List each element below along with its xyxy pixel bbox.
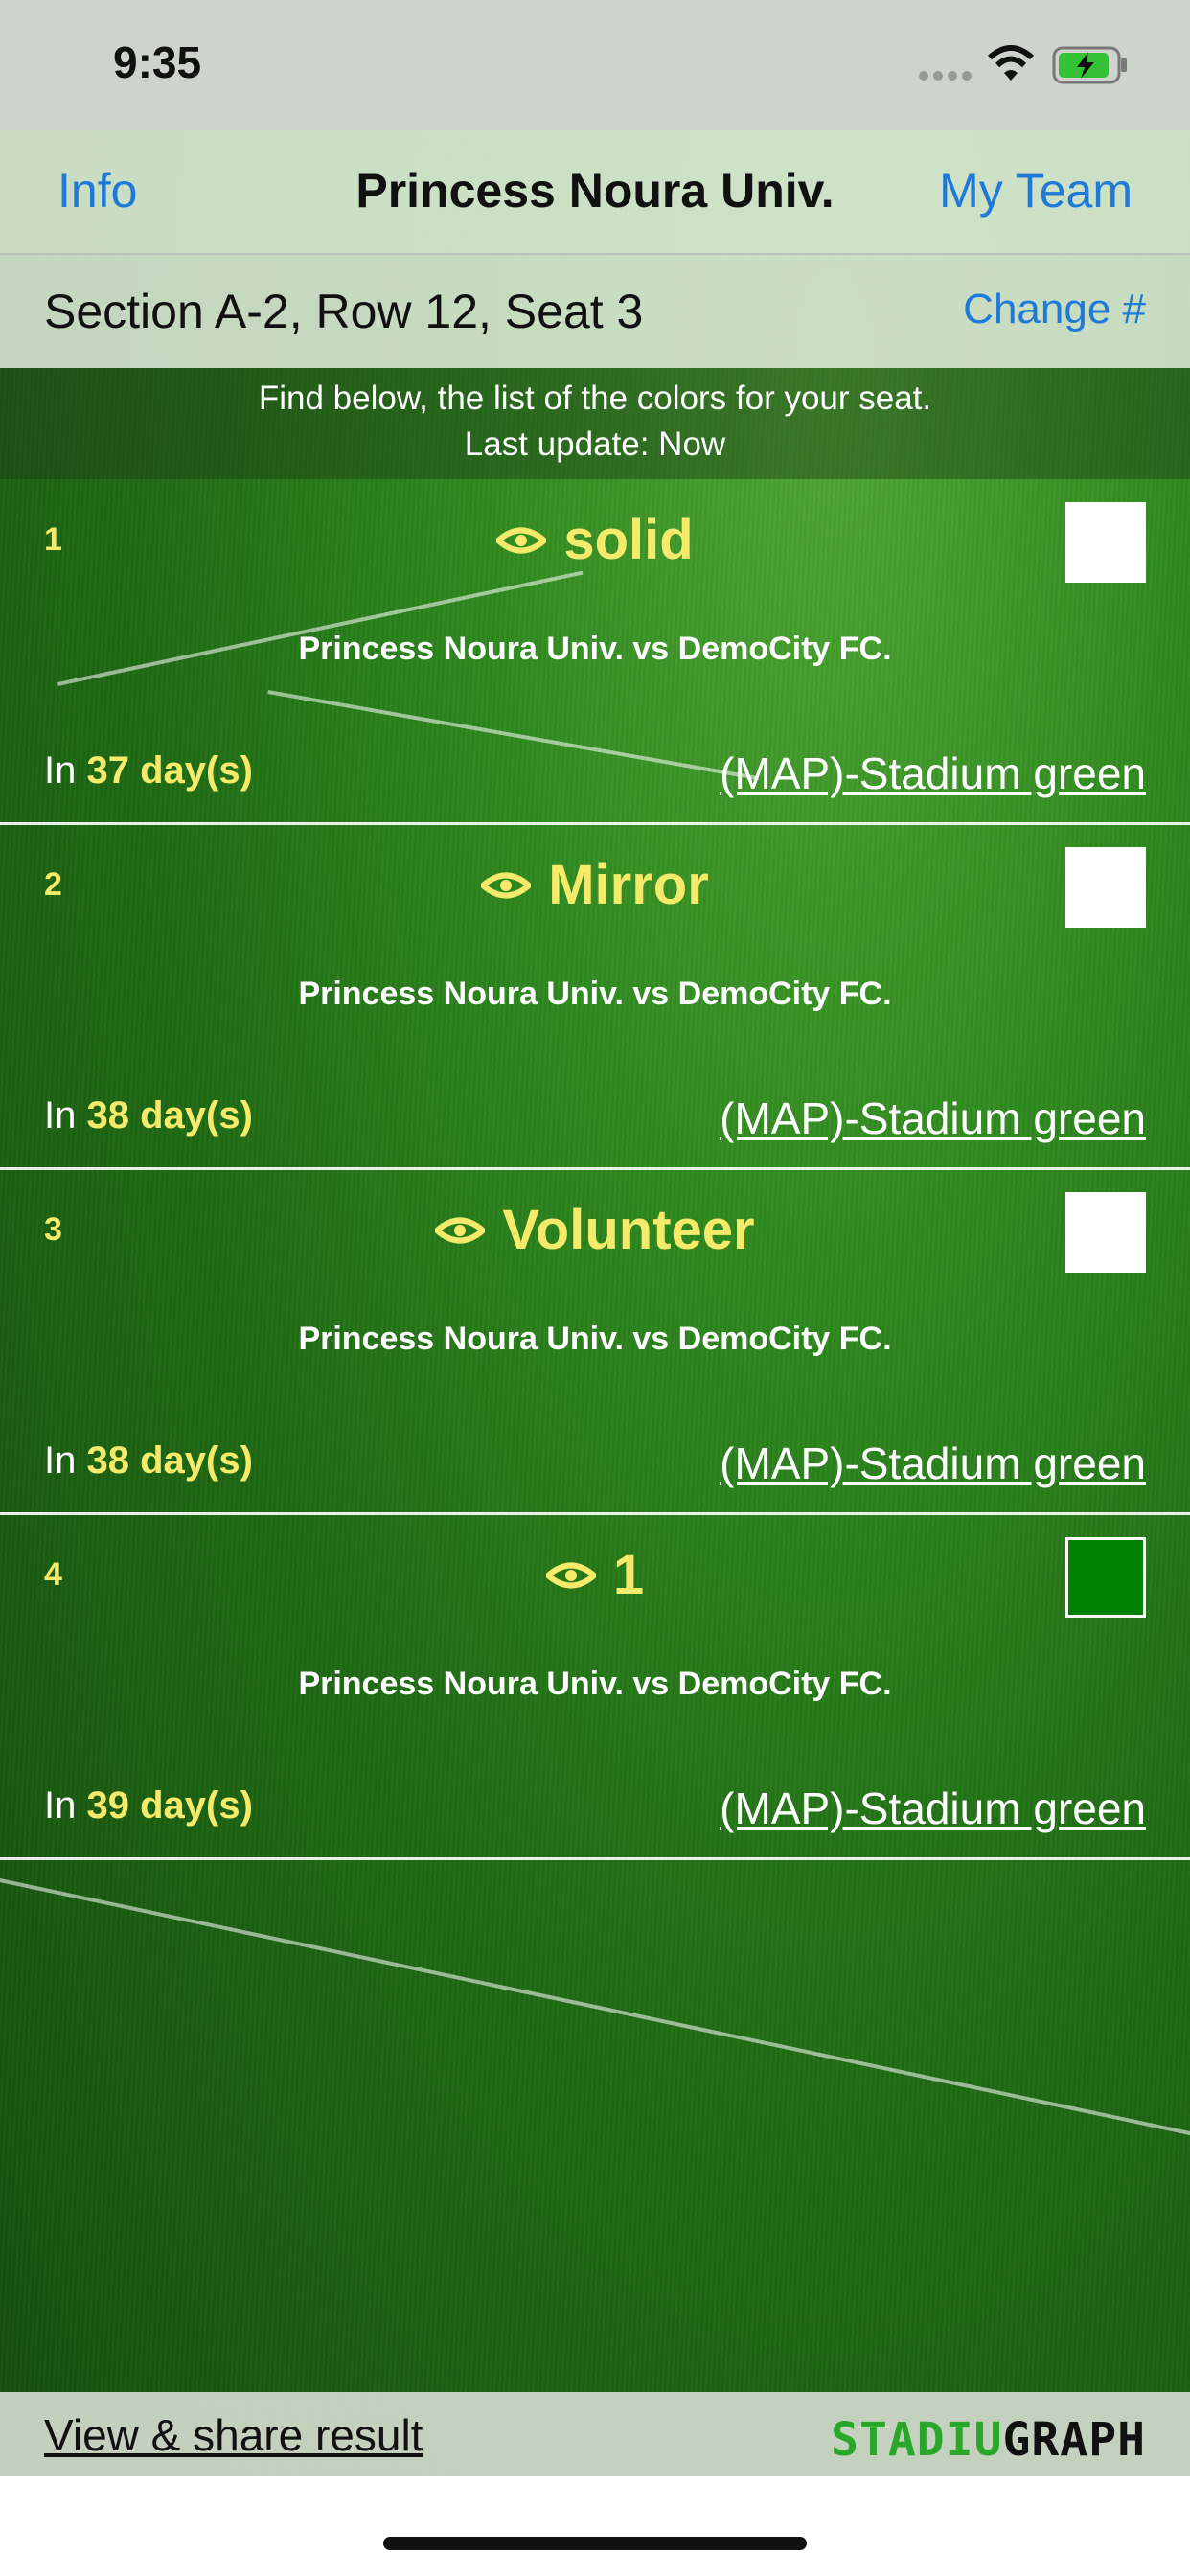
days-remaining: In 38 day(s): [44, 1094, 253, 1137]
status-bar: 9:35: [0, 0, 1190, 130]
match-label: Princess Noura Univ. vs DemoCity FC.: [298, 631, 892, 667]
color-swatch[interactable]: [1065, 1537, 1146, 1618]
notice-line: Find below, the list of the colors for y…: [258, 380, 932, 417]
map-link[interactable]: (MAP)-Stadium green: [720, 1438, 1146, 1489]
color-card[interactable]: 1 solid Princess Noura Univ. vs DemoCity…: [0, 479, 1190, 825]
card-title: 1: [612, 1544, 645, 1606]
bottom-bar: View & share result STADIUGRAPH: [0, 2392, 1190, 2476]
map-link[interactable]: (MAP)-Stadium green: [720, 748, 1146, 799]
map-link[interactable]: (MAP)-Stadium green: [720, 1092, 1146, 1144]
map-link[interactable]: (MAP)-Stadium green: [720, 1782, 1146, 1834]
match-label: Princess Noura Univ. vs DemoCity FC.: [298, 1666, 892, 1702]
match-label: Princess Noura Univ. vs DemoCity FC.: [298, 1321, 892, 1357]
seat-label: Section A-2, Row 12, Seat 3: [44, 285, 644, 338]
notice-banner: Find below, the list of the colors for y…: [0, 368, 1190, 479]
home-indicator[interactable]: [383, 2537, 807, 2550]
eye-icon[interactable]: [545, 1561, 596, 1590]
match-label: Princess Noura Univ. vs DemoCity FC.: [298, 976, 892, 1012]
navigation-bar: Info Princess Noura Univ. My Team: [0, 130, 1190, 255]
card-title: solid: [563, 509, 694, 571]
status-time: 9:35: [113, 37, 202, 87]
field-line: [0, 1878, 1190, 2142]
battery-icon: [1052, 46, 1127, 84]
wifi-icon: [987, 45, 1035, 80]
stadiugraph-logo: STADIUGRAPH: [831, 2413, 1146, 2467]
change-seat-button[interactable]: Change #: [963, 286, 1146, 334]
color-swatch[interactable]: [1065, 1192, 1146, 1273]
view-share-button[interactable]: View & share result: [44, 2409, 423, 2461]
last-update: Last update: Now: [464, 426, 726, 463]
card-title: Volunteer: [502, 1199, 755, 1261]
days-remaining: In 38 day(s): [44, 1439, 253, 1482]
my-team-button[interactable]: My Team: [939, 163, 1133, 218]
color-swatch[interactable]: [1065, 502, 1146, 583]
color-swatch[interactable]: [1065, 847, 1146, 928]
color-card[interactable]: 3 Volunteer Princess Noura Univ. vs Demo…: [0, 1169, 1190, 1515]
card-title: Mirror: [548, 854, 709, 916]
seat-bar: Section A-2, Row 12, Seat 3 Change #: [0, 255, 1190, 368]
color-card[interactable]: 2 Mirror Princess Noura Univ. vs DemoCit…: [0, 824, 1190, 1170]
days-remaining: In 39 day(s): [44, 1784, 253, 1827]
eye-icon[interactable]: [496, 526, 547, 555]
signal-icon: [919, 71, 972, 80]
eye-icon[interactable]: [435, 1216, 486, 1245]
days-remaining: In 37 day(s): [44, 749, 253, 792]
color-card[interactable]: 4 1 Princess Noura Univ. vs DemoCity FC.…: [0, 1514, 1190, 1860]
eye-icon[interactable]: [481, 871, 532, 900]
